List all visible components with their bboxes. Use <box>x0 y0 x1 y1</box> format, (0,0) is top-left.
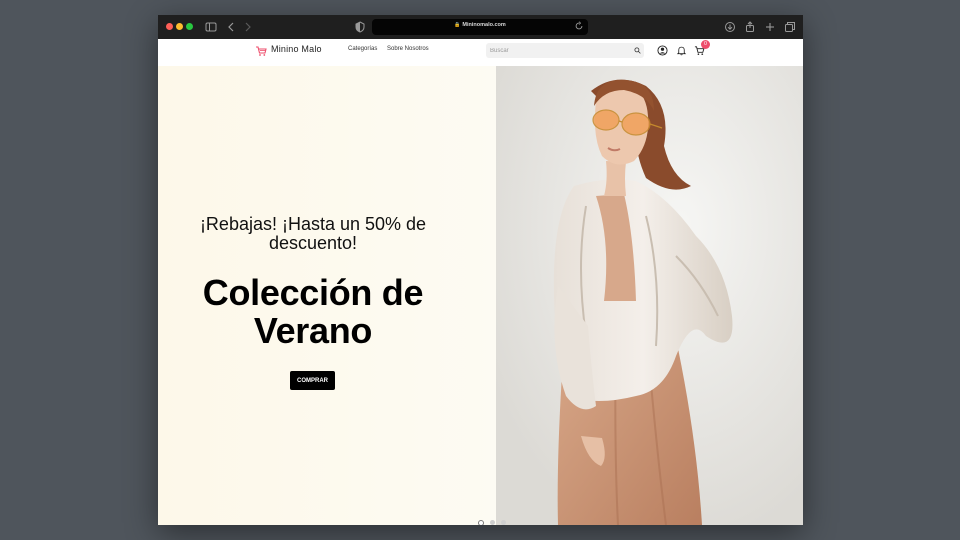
carousel-dot-2[interactable] <box>490 520 495 525</box>
shield-icon[interactable] <box>353 20 367 34</box>
browser-toolbar: 🔒 Mininomalo.com <box>158 15 803 40</box>
back-icon[interactable] <box>224 20 238 34</box>
search-icon[interactable] <box>634 47 641 54</box>
lock-icon: 🔒 <box>454 22 461 28</box>
share-icon[interactable] <box>743 20 757 34</box>
address-bar[interactable]: 🔒 Mininomalo.com <box>372 19 588 35</box>
sidebar-icon[interactable] <box>204 20 218 34</box>
tabs-overview-icon[interactable] <box>783 20 797 34</box>
reload-icon[interactable] <box>574 21 584 31</box>
browser-window: 🔒 Mininomalo.com Minino Malo Categorías S… <box>158 15 803 525</box>
logo-cart-icon[interactable] <box>255 45 267 57</box>
user-account-icon[interactable] <box>657 45 668 56</box>
url-text: 🔒 Mininomalo.com <box>372 22 588 28</box>
model-illustration <box>496 66 803 525</box>
notifications-bell-icon[interactable] <box>676 45 687 56</box>
nav-categories[interactable]: Categorías <box>348 46 377 52</box>
brand-name[interactable]: Minino Malo <box>271 44 322 54</box>
close-window-button[interactable] <box>166 23 173 30</box>
hero-title: Colección de Verano <box>202 272 424 351</box>
download-icon[interactable] <box>723 20 737 34</box>
cart-count-badge: 0 <box>701 40 710 49</box>
minimize-window-button[interactable] <box>176 23 183 30</box>
search-input[interactable] <box>486 43 644 58</box>
forward-icon[interactable] <box>241 20 255 34</box>
new-tab-icon[interactable] <box>763 20 777 34</box>
hero-model-photo <box>496 66 803 525</box>
carousel-dot-3[interactable] <box>501 520 506 525</box>
hero-text-panel: ¡Rebajas! ¡Hasta un 50% de descuento! Co… <box>158 66 496 525</box>
site-header: Minino Malo Categorías Sobre Nosotros 0 <box>158 39 803 67</box>
shop-now-button[interactable]: COMPRAR <box>290 371 335 390</box>
promo-text: ¡Rebajas! ¡Hasta un 50% de descuento! <box>199 214 427 253</box>
nav-about-us[interactable]: Sobre Nosotros <box>387 46 429 52</box>
url-label: Mininomalo.com <box>462 22 506 28</box>
carousel-dot-1[interactable] <box>478 520 484 525</box>
maximize-window-button[interactable] <box>186 23 193 30</box>
